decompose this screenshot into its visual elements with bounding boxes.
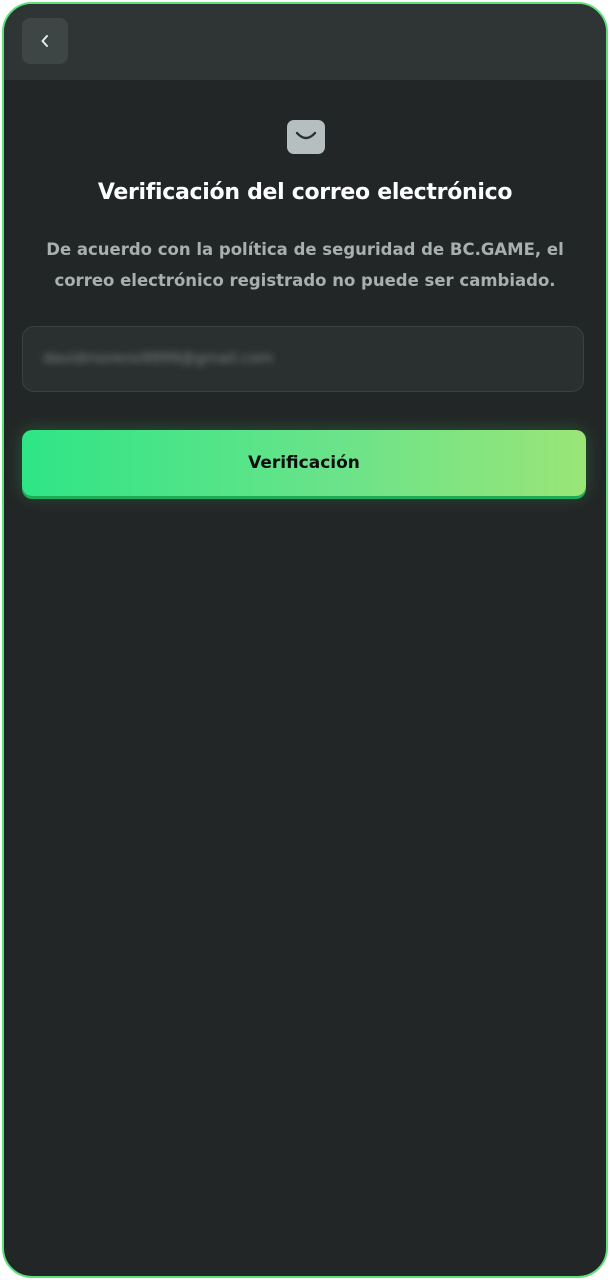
security-description: De acuerdo con la política de seguridad … (46, 240, 564, 290)
app-frame: Verificación del correo electrónico De a… (2, 2, 608, 1278)
email-field[interactable]: davidmoreno9999@gmail.com (22, 326, 584, 392)
header-bar (4, 4, 606, 80)
verify-button[interactable]: Verificación (22, 430, 586, 496)
page-title: Verificación del correo electrónico (97, 180, 513, 205)
chevron-left-icon (39, 34, 51, 48)
back-button[interactable] (22, 18, 68, 64)
verify-button-label: Verificación (248, 453, 360, 473)
email-value: davidmoreno9999@gmail.com (43, 349, 274, 367)
envelope-icon (287, 120, 325, 154)
